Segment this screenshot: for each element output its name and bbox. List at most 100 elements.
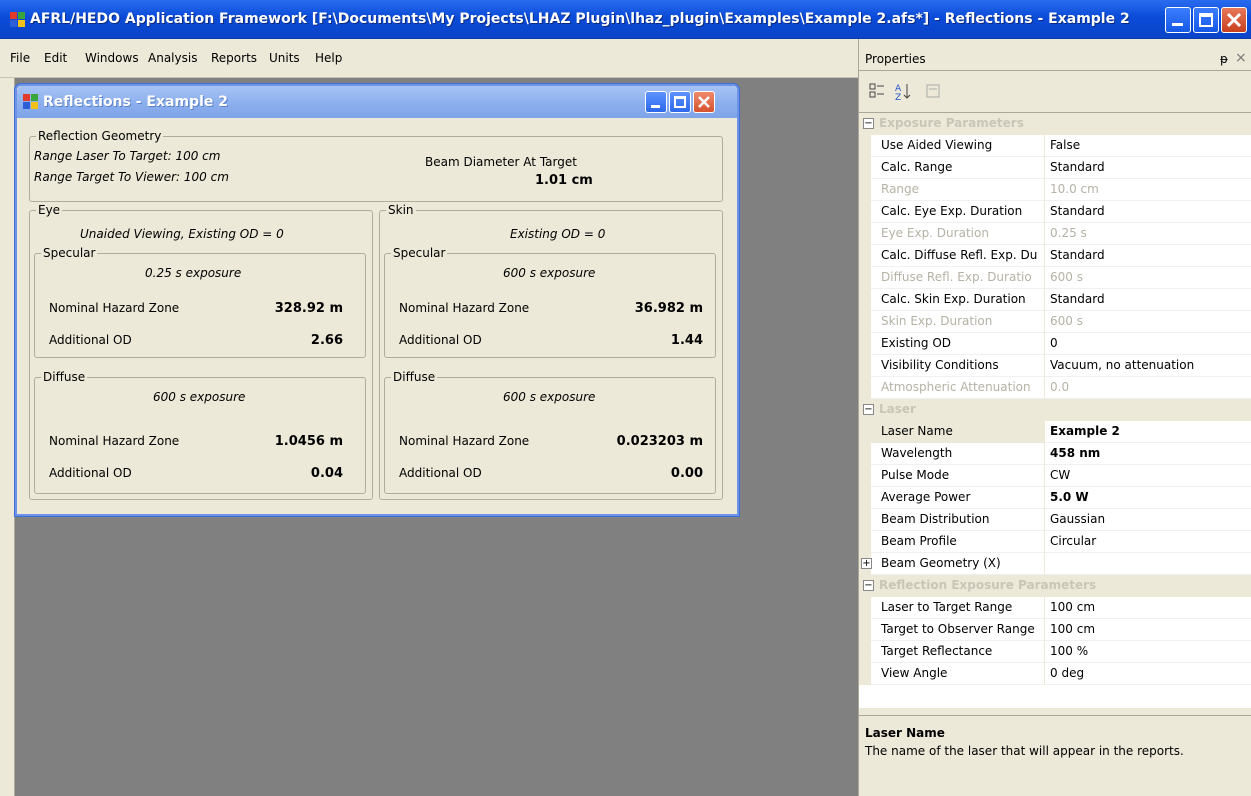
app-icon: [10, 12, 26, 28]
menu-edit[interactable]: Edit: [44, 51, 67, 65]
property-value[interactable]: CW: [1046, 465, 1251, 487]
property-value[interactable]: 0.25 s: [1046, 223, 1251, 245]
panel-close-icon[interactable]: ×: [1235, 50, 1247, 66]
property-value[interactable]: False: [1046, 135, 1251, 157]
property-row[interactable]: Skin Exp. Duration 600 s: [859, 311, 1251, 333]
property-name: Laser Name: [871, 421, 1045, 443]
close-button[interactable]: [1221, 7, 1247, 33]
menu-units[interactable]: Units: [269, 51, 300, 65]
categorized-button[interactable]: [867, 81, 889, 103]
property-pages-button[interactable]: [923, 81, 945, 103]
menu-analysis[interactable]: Analysis: [148, 51, 197, 65]
skin-diffuse-exposure: 600 s exposure: [503, 390, 596, 404]
property-value[interactable]: 100 cm: [1046, 597, 1251, 619]
maximize-button[interactable]: [1193, 7, 1219, 33]
property-value[interactable]: 600 s: [1046, 311, 1251, 333]
property-grid: − Exposure Parameters Use Aided Viewing Fal…: [859, 112, 1251, 708]
property-name: Calc. Eye Exp. Duration: [871, 201, 1045, 223]
child-close-button[interactable]: [693, 91, 715, 113]
row-gutter: [859, 333, 871, 355]
property-value[interactable]: Gaussian: [1046, 509, 1251, 531]
help-title: Laser Name: [865, 726, 945, 740]
property-value[interactable]: Standard: [1046, 245, 1251, 267]
property-name: Existing OD: [871, 333, 1045, 355]
property-row[interactable]: Laser Name Example 2: [859, 421, 1251, 443]
property-name: View Angle: [871, 663, 1045, 685]
property-name: Eye Exp. Duration: [871, 223, 1045, 245]
property-row[interactable]: Beam Profile Circular: [859, 531, 1251, 553]
property-value[interactable]: [1046, 553, 1251, 575]
property-value[interactable]: 600 s: [1046, 267, 1251, 289]
property-value[interactable]: 10.0 cm: [1046, 179, 1251, 201]
property-row[interactable]: Calc. Skin Exp. Duration Standard: [859, 289, 1251, 311]
property-row[interactable]: Pulse Mode CW: [859, 465, 1251, 487]
menu-reports[interactable]: Reports: [211, 51, 257, 65]
child-window-title: Reflections - Example 2: [43, 94, 228, 110]
row-gutter: [859, 597, 871, 619]
property-row[interactable]: Calc. Eye Exp. Duration Standard: [859, 201, 1251, 223]
property-row[interactable]: Use Aided Viewing False: [859, 135, 1251, 157]
eye-diffuse-od-label: Additional OD: [49, 466, 132, 480]
eye-diffuse-label: Diffuse: [41, 370, 88, 384]
menu-windows[interactable]: Windows: [85, 51, 139, 65]
collapse-icon[interactable]: −: [863, 118, 874, 129]
pin-icon[interactable]: ᵽ: [1220, 52, 1228, 66]
skin-diffuse-group: Diffuse 600 s exposure Nominal Hazard Zo…: [384, 370, 716, 494]
property-value[interactable]: 0.0: [1046, 377, 1251, 399]
category-1[interactable]: − Laser: [859, 399, 1251, 421]
child-minimize-button[interactable]: [645, 91, 667, 113]
property-row[interactable]: Range 10.0 cm: [859, 179, 1251, 201]
property-row[interactable]: Visibility Conditions Vacuum, no attenuat…: [859, 355, 1251, 377]
property-value[interactable]: 0: [1046, 333, 1251, 355]
row-gutter: [859, 531, 871, 553]
categorized-icon: [869, 83, 884, 98]
property-row[interactable]: Laser to Target Range 100 cm: [859, 597, 1251, 619]
collapse-icon[interactable]: −: [863, 404, 874, 415]
minimize-button[interactable]: [1165, 7, 1191, 33]
property-row[interactable]: Calc. Diffuse Refl. Exp. Du Standard: [859, 245, 1251, 267]
property-row[interactable]: Diffuse Refl. Exp. Duratio 600 s: [859, 267, 1251, 289]
row-gutter: [859, 355, 871, 377]
category-label: Exposure Parameters: [879, 116, 1024, 130]
category-0[interactable]: − Exposure Parameters: [859, 113, 1251, 135]
property-row[interactable]: Target to Observer Range 100 cm: [859, 619, 1251, 641]
property-value[interactable]: Circular: [1046, 531, 1251, 553]
property-row[interactable]: Average Power 5.0 W: [859, 487, 1251, 509]
property-value[interactable]: Standard: [1046, 289, 1251, 311]
menu-file[interactable]: File: [10, 51, 30, 65]
property-value[interactable]: 100 cm: [1046, 619, 1251, 641]
property-row[interactable]: View Angle 0 deg: [859, 663, 1251, 685]
reflection-geometry-label: Reflection Geometry: [36, 129, 164, 143]
skin-diffuse-od-label: Additional OD: [399, 466, 482, 480]
property-row[interactable]: Wavelength 458 nm: [859, 443, 1251, 465]
properties-title: Properties: [865, 52, 926, 66]
child-title-bar[interactable]: Reflections - Example 2: [17, 86, 737, 118]
property-row[interactable]: Target Reflectance 100 %: [859, 641, 1251, 663]
property-value[interactable]: 458 nm: [1046, 443, 1251, 465]
property-value[interactable]: Standard: [1046, 157, 1251, 179]
expand-icon[interactable]: +: [861, 558, 872, 569]
property-value[interactable]: Vacuum, no attenuation: [1046, 355, 1251, 377]
property-value[interactable]: 0 deg: [1046, 663, 1251, 685]
skin-diffuse-od-value: 0.00: [670, 466, 703, 481]
property-value[interactable]: 5.0 W: [1046, 487, 1251, 509]
property-value[interactable]: Example 2: [1046, 421, 1251, 443]
child-maximize-button[interactable]: [669, 91, 691, 113]
property-row[interactable]: + Beam Geometry (X): [859, 553, 1251, 575]
category-2[interactable]: − Reflection Exposure Parameters: [859, 575, 1251, 597]
collapse-icon[interactable]: −: [863, 580, 874, 591]
property-value[interactable]: 100 %: [1046, 641, 1251, 663]
property-row[interactable]: Eye Exp. Duration 0.25 s: [859, 223, 1251, 245]
eye-specular-od-value: 2.66: [310, 333, 343, 348]
property-row[interactable]: Atmospheric Attenuation 0.0: [859, 377, 1251, 399]
alphabetical-button[interactable]: AZ: [893, 81, 915, 103]
menu-help[interactable]: Help: [315, 51, 342, 65]
property-value[interactable]: Standard: [1046, 201, 1251, 223]
property-row[interactable]: Calc. Range Standard: [859, 157, 1251, 179]
property-row[interactable]: Existing OD 0: [859, 333, 1251, 355]
property-row[interactable]: Beam Distribution Gaussian: [859, 509, 1251, 531]
skin-subtitle: Existing OD = 0: [510, 227, 606, 241]
range-target-viewer: Range Target To Viewer: 100 cm: [34, 170, 229, 184]
skin-group: Skin Existing OD = 0 Specular 600 s expo…: [379, 203, 723, 500]
row-gutter: [859, 509, 871, 531]
